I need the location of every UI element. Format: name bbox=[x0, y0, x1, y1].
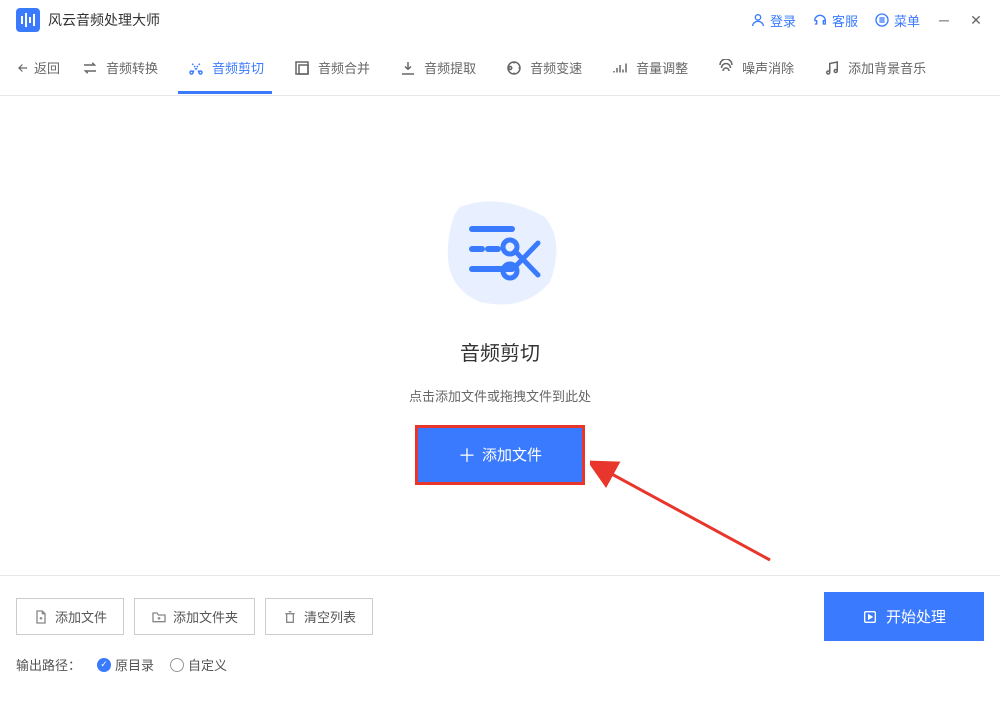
clear-list-button[interactable]: 清空列表 bbox=[265, 598, 373, 635]
convert-icon bbox=[80, 58, 100, 78]
back-label: 返回 bbox=[34, 58, 60, 77]
denoise-icon bbox=[716, 58, 736, 78]
tab-speed[interactable]: 音频变速 bbox=[496, 42, 590, 94]
tab-bgm[interactable]: 添加背景音乐 bbox=[814, 42, 934, 94]
tab-label: 音量调整 bbox=[636, 58, 688, 77]
plus-icon: ＋ bbox=[458, 442, 476, 468]
radio-label: 自定义 bbox=[188, 655, 227, 674]
tab-label: 添加背景音乐 bbox=[848, 58, 926, 77]
titlebar-right: 登录 客服 菜单 ─ ✕ bbox=[750, 11, 984, 30]
merge-icon bbox=[292, 58, 312, 78]
tab-label: 噪声消除 bbox=[742, 58, 794, 77]
file-add-icon bbox=[33, 609, 49, 625]
bottom-row-output: 输出路径： 原目录 自定义 bbox=[16, 655, 984, 674]
menu-link[interactable]: 菜单 bbox=[874, 11, 920, 30]
headset-icon bbox=[812, 12, 828, 28]
main-content: 音频剪切 点击添加文件或拖拽文件到此处 ＋ 添加文件 bbox=[0, 96, 1000, 575]
login-link[interactable]: 登录 bbox=[750, 11, 796, 30]
bottom-bar: 添加文件 添加文件夹 清空列表 开始处理 输出路径： 原目录 自定义 bbox=[0, 575, 1000, 690]
audio-bars-icon bbox=[16, 8, 40, 32]
clear-list-label: 清空列表 bbox=[304, 607, 356, 626]
add-file-button[interactable]: 添加文件 bbox=[16, 598, 124, 635]
extract-icon bbox=[398, 58, 418, 78]
add-file-label: 添加文件 bbox=[55, 607, 107, 626]
close-button[interactable]: ✕ bbox=[968, 12, 984, 28]
folder-add-icon bbox=[151, 609, 167, 625]
tab-extract[interactable]: 音频提取 bbox=[390, 42, 484, 94]
tab-denoise[interactable]: 噪声消除 bbox=[708, 42, 802, 94]
radio-checked-icon bbox=[97, 658, 111, 672]
menu-icon bbox=[874, 12, 890, 28]
login-label: 登录 bbox=[770, 11, 796, 30]
add-file-button-main[interactable]: ＋ 添加文件 bbox=[415, 425, 585, 485]
app-logo bbox=[16, 8, 40, 32]
tab-label: 音频提取 bbox=[424, 58, 476, 77]
minimize-button[interactable]: ─ bbox=[936, 12, 952, 28]
tab-volume[interactable]: 音量调整 bbox=[602, 42, 696, 94]
tab-convert[interactable]: 音频转换 bbox=[72, 42, 166, 94]
start-label: 开始处理 bbox=[886, 606, 946, 627]
radio-unchecked-icon bbox=[170, 658, 184, 672]
play-icon bbox=[862, 609, 878, 625]
radio-label: 原目录 bbox=[115, 655, 154, 674]
tab-label: 音频转换 bbox=[106, 58, 158, 77]
service-link[interactable]: 客服 bbox=[812, 11, 858, 30]
back-button[interactable]: 返回 bbox=[16, 58, 60, 77]
speed-icon bbox=[504, 58, 524, 78]
hero-subtitle: 点击添加文件或拖拽文件到此处 bbox=[409, 386, 591, 405]
radio-custom[interactable]: 自定义 bbox=[170, 655, 227, 674]
add-folder-button[interactable]: 添加文件夹 bbox=[134, 598, 255, 635]
music-icon bbox=[822, 58, 842, 78]
user-icon bbox=[750, 12, 766, 28]
bottom-actions: 添加文件 添加文件夹 清空列表 bbox=[16, 598, 373, 635]
radio-original-dir[interactable]: 原目录 bbox=[97, 655, 154, 674]
tab-label: 音频剪切 bbox=[212, 58, 264, 77]
toolbar: 返回 音频转换 音频剪切 音频合并 音频提取 音频变速 音量调整 噪声消除 添加… bbox=[0, 40, 1000, 96]
tab-label: 音频变速 bbox=[530, 58, 582, 77]
output-path-label: 输出路径： bbox=[16, 655, 81, 674]
cut-illustration-icon bbox=[430, 187, 570, 317]
add-folder-label: 添加文件夹 bbox=[173, 607, 238, 626]
tab-cut[interactable]: 音频剪切 bbox=[178, 42, 272, 94]
titlebar-left: 风云音频处理大师 bbox=[16, 8, 160, 32]
start-button[interactable]: 开始处理 bbox=[824, 592, 984, 641]
bottom-row-actions: 添加文件 添加文件夹 清空列表 开始处理 bbox=[16, 592, 984, 641]
add-file-label: 添加文件 bbox=[482, 444, 542, 465]
volume-icon bbox=[610, 58, 630, 78]
arrow-left-icon bbox=[16, 61, 30, 75]
tab-merge[interactable]: 音频合并 bbox=[284, 42, 378, 94]
tab-label: 音频合并 bbox=[318, 58, 370, 77]
cut-icon bbox=[186, 58, 206, 78]
hero-illustration bbox=[430, 187, 570, 317]
menu-label: 菜单 bbox=[894, 11, 920, 30]
trash-icon bbox=[282, 609, 298, 625]
titlebar: 风云音频处理大师 登录 客服 菜单 ─ ✕ bbox=[0, 0, 1000, 40]
app-title: 风云音频处理大师 bbox=[48, 10, 160, 30]
service-label: 客服 bbox=[832, 11, 858, 30]
hero-title: 音频剪切 bbox=[460, 337, 540, 366]
